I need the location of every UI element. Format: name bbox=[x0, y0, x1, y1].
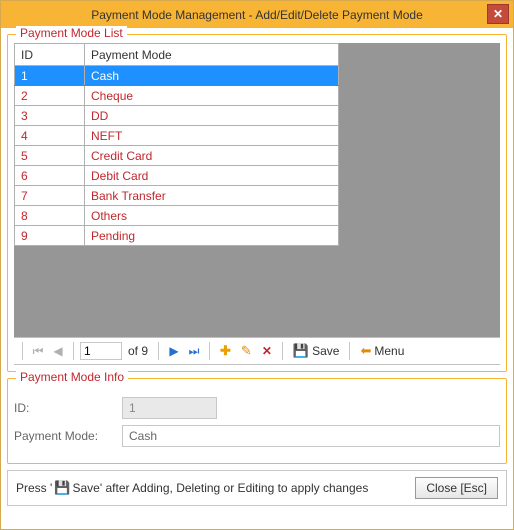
chevron-last-icon: ⏭ bbox=[189, 344, 200, 359]
pencil-icon: ✎ bbox=[241, 343, 252, 359]
col-header-id[interactable]: ID bbox=[15, 44, 85, 66]
cell-id: 3 bbox=[15, 106, 85, 126]
cell-id: 2 bbox=[15, 86, 85, 106]
edit-button[interactable]: ✎ bbox=[237, 341, 256, 361]
close-button[interactable]: ✕ bbox=[487, 4, 509, 24]
cell-id: 5 bbox=[15, 146, 85, 166]
table-row[interactable]: 7Bank Transfer bbox=[15, 186, 339, 206]
nav-first-button[interactable]: ⏮ bbox=[29, 342, 47, 360]
cell-id: 8 bbox=[15, 206, 85, 226]
table-row[interactable]: 9Pending bbox=[15, 226, 339, 246]
chevron-right-icon: ▶ bbox=[169, 344, 178, 358]
cell-mode: Credit Card bbox=[85, 146, 339, 166]
cell-mode: Cheque bbox=[85, 86, 339, 106]
cell-mode: NEFT bbox=[85, 126, 339, 146]
back-arrow-icon: ⬅ bbox=[360, 343, 371, 359]
nav-of-text: of 9 bbox=[128, 344, 148, 358]
cell-mode: Cash bbox=[85, 66, 339, 86]
cell-id: 4 bbox=[15, 126, 85, 146]
table-row[interactable]: 4NEFT bbox=[15, 126, 339, 146]
plus-icon: ✚ bbox=[220, 343, 231, 359]
nav-next-button[interactable]: ▶ bbox=[165, 342, 183, 360]
id-label: ID: bbox=[14, 401, 122, 415]
delete-icon: ✕ bbox=[262, 344, 272, 358]
nav-page-input[interactable] bbox=[80, 342, 122, 360]
nav-last-button[interactable]: ⏭ bbox=[185, 342, 203, 360]
mode-label: Payment Mode: bbox=[14, 429, 122, 443]
footer-hint: Press ' 💾 Save' after Adding, Deleting o… bbox=[16, 480, 368, 496]
nav-prev-button[interactable]: ◀ bbox=[49, 342, 67, 360]
floppy-icon: 💾 bbox=[293, 343, 309, 359]
chevron-first-icon: ⏮ bbox=[33, 344, 44, 359]
table-row[interactable]: 1Cash bbox=[15, 66, 339, 86]
window-title: Payment Mode Management - Add/Edit/Delet… bbox=[91, 8, 423, 22]
payment-mode-info-group: Payment Mode Info ID: Payment Mode: bbox=[7, 378, 507, 464]
id-field bbox=[122, 397, 217, 419]
close-icon: ✕ bbox=[493, 7, 503, 21]
add-button[interactable]: ✚ bbox=[216, 341, 235, 361]
table-row[interactable]: 8Others bbox=[15, 206, 339, 226]
title-bar: Payment Mode Management - Add/Edit/Delet… bbox=[1, 1, 513, 28]
col-header-mode[interactable]: Payment Mode bbox=[85, 44, 339, 66]
grid-area: ID Payment Mode 1Cash2Cheque3DD4NEFT5Cre… bbox=[14, 43, 500, 337]
floppy-icon: 💾 bbox=[54, 480, 70, 496]
info-legend: Payment Mode Info bbox=[16, 370, 128, 384]
cell-id: 6 bbox=[15, 166, 85, 186]
save-button[interactable]: 💾 Save bbox=[289, 341, 344, 361]
table-row[interactable]: 2Cheque bbox=[15, 86, 339, 106]
cell-mode: Pending bbox=[85, 226, 339, 246]
cell-id: 9 bbox=[15, 226, 85, 246]
chevron-left-icon: ◀ bbox=[53, 344, 62, 358]
cell-id: 1 bbox=[15, 66, 85, 86]
payment-mode-field[interactable] bbox=[122, 425, 500, 447]
payment-mode-list-group: Payment Mode List ID Payment Mode 1Cash2… bbox=[7, 34, 507, 372]
close-esc-button[interactable]: Close [Esc] bbox=[415, 477, 498, 499]
menu-label: Menu bbox=[374, 344, 404, 358]
menu-button[interactable]: ⬅ Menu bbox=[356, 341, 408, 361]
table-row[interactable]: 3DD bbox=[15, 106, 339, 126]
list-legend: Payment Mode List bbox=[16, 26, 127, 40]
cell-mode: DD bbox=[85, 106, 339, 126]
footer-bar: Press ' 💾 Save' after Adding, Deleting o… bbox=[7, 470, 507, 506]
table-row[interactable]: 6Debit Card bbox=[15, 166, 339, 186]
cell-mode: Bank Transfer bbox=[85, 186, 339, 206]
table-row[interactable]: 5Credit Card bbox=[15, 146, 339, 166]
record-navigator: ⏮ ◀ of 9 ▶ ⏭ ✚ ✎ ✕ 💾 Save ⬅ Menu bbox=[14, 337, 500, 365]
delete-button[interactable]: ✕ bbox=[258, 341, 276, 361]
payment-mode-table[interactable]: ID Payment Mode 1Cash2Cheque3DD4NEFT5Cre… bbox=[14, 43, 339, 246]
save-label: Save bbox=[312, 344, 339, 358]
cell-mode: Others bbox=[85, 206, 339, 226]
cell-id: 7 bbox=[15, 186, 85, 206]
cell-mode: Debit Card bbox=[85, 166, 339, 186]
